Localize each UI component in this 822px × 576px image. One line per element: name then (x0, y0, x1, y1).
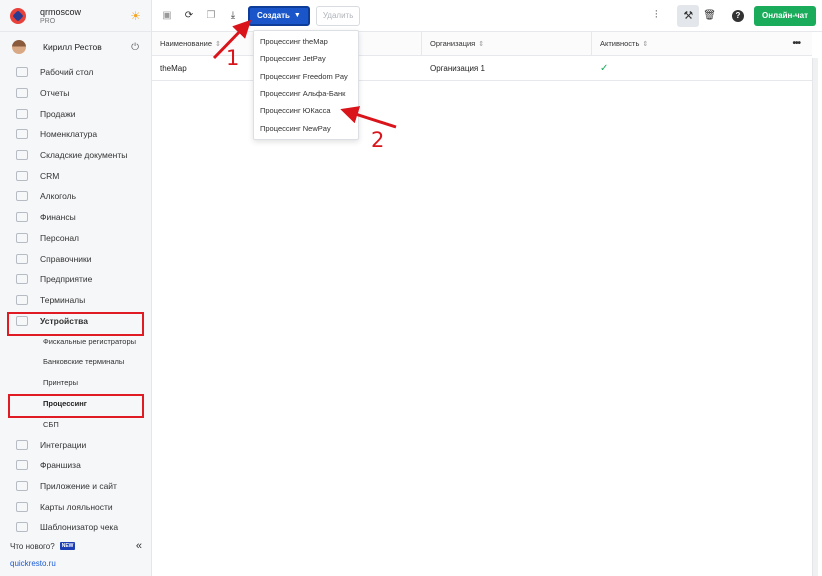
arrow-2 (340, 106, 397, 129)
annotation-step-1: 1 (226, 46, 240, 70)
annotation-arrows (212, 19, 397, 129)
annotation-step-2: 2 (371, 128, 385, 152)
